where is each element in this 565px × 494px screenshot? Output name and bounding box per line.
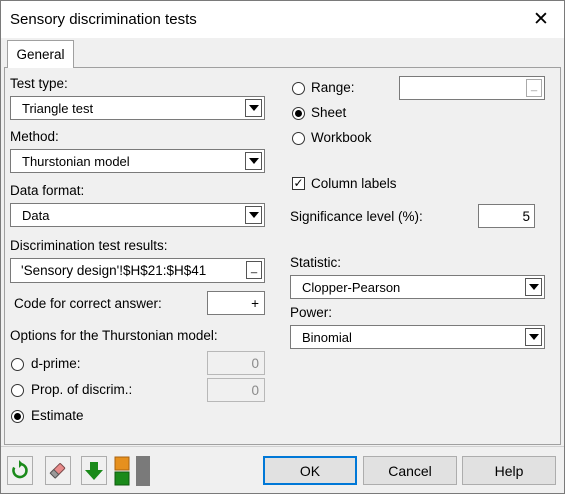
- workbook-label: Workbook: [311, 130, 372, 145]
- dprime-input[interactable]: 0: [207, 351, 265, 375]
- reset-icon: [12, 460, 28, 479]
- thurstonian-options-label: Options for the Thurstonian model:: [10, 328, 218, 343]
- eraser-icon: [49, 463, 66, 479]
- method-value: Thurstonian model: [22, 154, 130, 169]
- sheet-label: Sheet: [311, 105, 347, 120]
- code-label: Code for correct answer:: [14, 296, 162, 311]
- tab-general[interactable]: General: [7, 40, 74, 68]
- window-title: Sensory discrimination tests: [10, 11, 197, 28]
- chevron-down-icon[interactable]: [525, 328, 542, 346]
- move-down-button[interactable]: [81, 456, 107, 485]
- ok-button[interactable]: OK: [263, 456, 357, 485]
- range-select-button[interactable]: _: [246, 261, 262, 279]
- prop-discrim-value: 0: [251, 383, 259, 398]
- power-select[interactable]: Binomial: [290, 325, 545, 349]
- workbook-radio[interactable]: [292, 132, 305, 145]
- dialog-window: Sensory discrimination tests ✕ General T…: [0, 0, 565, 494]
- sheet-radio[interactable]: [292, 107, 305, 120]
- data-format-label: Data format:: [10, 183, 85, 198]
- checkmark-icon: ✓: [293, 176, 304, 190]
- code-input[interactable]: +: [207, 291, 265, 315]
- help-label: Help: [494, 462, 524, 479]
- power-value: Binomial: [302, 330, 352, 345]
- range-input[interactable]: _: [399, 76, 545, 100]
- test-type-value: Triangle test: [22, 101, 94, 116]
- dprime-label: d-prime:: [31, 356, 81, 371]
- footer-divider: [1, 446, 564, 447]
- ok-label: OK: [299, 462, 321, 479]
- column-labels-checkbox[interactable]: ✓: [292, 177, 305, 190]
- prop-discrim-radio[interactable]: [11, 384, 24, 397]
- cancel-button[interactable]: Cancel: [363, 456, 457, 485]
- prop-discrim-input[interactable]: 0: [207, 378, 265, 402]
- chevron-down-icon[interactable]: [245, 206, 262, 224]
- dprime-radio[interactable]: [11, 358, 24, 371]
- cancel-label: Cancel: [388, 462, 432, 479]
- chevron-down-icon[interactable]: [525, 278, 542, 296]
- close-icon: ✕: [533, 9, 549, 30]
- range-label: Range:: [311, 80, 355, 95]
- data-format-select[interactable]: Data: [10, 203, 265, 227]
- layout-icon: [114, 456, 150, 486]
- estimate-radio[interactable]: [11, 410, 24, 423]
- chevron-down-icon[interactable]: [245, 152, 262, 170]
- statistic-value: Clopper-Pearson: [302, 280, 401, 295]
- chevron-down-icon[interactable]: [245, 99, 262, 117]
- results-range-field[interactable]: 'Sensory design'!$H$21:$H$41 _: [10, 258, 265, 283]
- method-label: Method:: [10, 129, 59, 144]
- down-arrow-icon: [85, 462, 103, 480]
- statistic-label: Statistic:: [290, 255, 342, 270]
- power-label: Power:: [290, 305, 333, 320]
- test-type-select[interactable]: Triangle test: [10, 96, 265, 120]
- dprime-value: 0: [251, 356, 259, 371]
- significance-label: Significance level (%):: [290, 209, 423, 224]
- range-radio[interactable]: [292, 82, 305, 95]
- significance-input[interactable]: 5: [478, 204, 535, 228]
- column-labels-label: Column labels: [311, 176, 397, 191]
- range-picker-button[interactable]: _: [526, 79, 542, 97]
- layout-toggle[interactable]: [114, 456, 152, 486]
- close-button[interactable]: ✕: [518, 1, 564, 38]
- significance-value: 5: [522, 209, 530, 224]
- reset-button[interactable]: [7, 456, 33, 485]
- results-range-value: 'Sensory design'!$H$21:$H$41: [21, 263, 207, 278]
- statistic-select[interactable]: Clopper-Pearson: [290, 275, 545, 299]
- results-label: Discrimination test results:: [10, 238, 168, 253]
- help-button[interactable]: Help: [462, 456, 556, 485]
- prop-discrim-label: Prop. of discrim.:: [31, 382, 133, 397]
- estimate-label: Estimate: [31, 408, 84, 423]
- clear-button[interactable]: [45, 456, 71, 485]
- method-select[interactable]: Thurstonian model: [10, 149, 265, 173]
- tab-general-label: General: [16, 47, 65, 62]
- code-value: +: [251, 296, 259, 311]
- title-bar: Sensory discrimination tests ✕: [1, 1, 564, 38]
- test-type-label: Test type:: [10, 76, 68, 91]
- data-format-value: Data: [22, 208, 50, 223]
